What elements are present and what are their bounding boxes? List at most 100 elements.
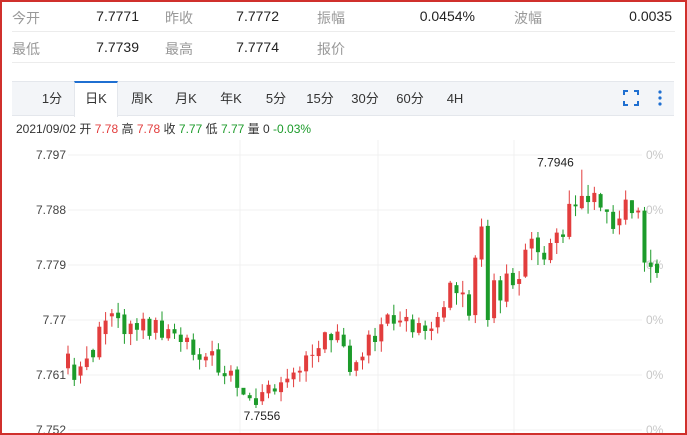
candle-body [235, 369, 240, 388]
candle-body [310, 354, 315, 356]
candle-body [460, 292, 465, 295]
candle-body [166, 329, 171, 339]
tab-monthly-k[interactable]: 月K [166, 82, 206, 115]
y-tick-label: 7.752 [36, 423, 66, 433]
candle-body [410, 319, 415, 333]
swing-value: 0.0035 [629, 8, 672, 24]
candle-body [492, 280, 497, 319]
tab-weekly-k[interactable]: 周K [122, 82, 162, 115]
low-label: 最低 [12, 41, 40, 57]
chart-grid [68, 140, 642, 433]
candle-body [617, 218, 622, 226]
candle-body [655, 263, 659, 273]
more-vertical-icon[interactable] [657, 89, 663, 107]
fullscreen-icon[interactable] [623, 90, 639, 106]
candle-body [611, 211, 616, 229]
y-axis-percent-labels: 0% 0% 0% 0% 0% 0% [646, 148, 664, 433]
candle-body [159, 320, 164, 338]
info-high-label: 高 [121, 122, 134, 136]
amplitude-value: 0.0454% [419, 8, 475, 24]
max-price-annotation: 7.7946 [537, 156, 574, 170]
divider [12, 31, 675, 32]
quote-row-1: 今开 7.7771 昨收 7.7772 振幅 0.0454% 波幅 0.0035 [2, 2, 685, 32]
y-percent-label: 0% [646, 423, 664, 433]
candle-body [642, 210, 647, 263]
candle-body [322, 332, 327, 350]
tab-1min[interactable]: 1分 [32, 82, 72, 115]
y-axis-labels: 7.797 7.788 7.779 7.77 7.761 7.752 [36, 148, 66, 433]
candle-body [529, 238, 534, 249]
y-tick-label: 7.788 [36, 203, 66, 217]
y-percent-label: 0% [646, 368, 664, 382]
candle-body [485, 225, 490, 320]
candle-body [423, 325, 428, 331]
candle-body [109, 313, 114, 317]
candle-body [147, 318, 152, 336]
candle-body [586, 195, 591, 203]
tab-15min[interactable]: 15分 [300, 82, 340, 115]
candle-info-line: 2021/09/02 开 7.78 高 7.78 收 7.77 低 7.77 量… [16, 120, 311, 137]
candle-body [623, 199, 628, 220]
candle-body [454, 285, 459, 294]
divider [12, 62, 675, 63]
y-percent-label: 0% [646, 258, 664, 272]
candle-body [473, 257, 478, 316]
candle-body [579, 195, 584, 209]
candle-body [134, 323, 139, 330]
tab-30min[interactable]: 30分 [345, 82, 385, 115]
candle-body [366, 334, 371, 356]
candle-body [304, 355, 309, 372]
candle-body [335, 331, 340, 341]
candle-body [316, 348, 321, 357]
info-open: 7.78 [94, 122, 119, 136]
tab-5min[interactable]: 5分 [256, 82, 296, 115]
y-tick-label: 7.77 [43, 313, 67, 327]
candle-body [354, 362, 359, 371]
candle-body [216, 349, 221, 373]
candle-body [398, 320, 403, 323]
candle-body [285, 378, 290, 383]
candle-body [66, 353, 70, 369]
high-label: 最高 [165, 41, 193, 57]
tab-4h[interactable]: 4H [435, 82, 475, 115]
candle-body [504, 273, 509, 302]
y-tick-label: 7.779 [36, 258, 66, 272]
candle-body [222, 373, 227, 377]
candle-body [97, 326, 102, 358]
swing-label: 波幅 [514, 10, 542, 26]
candle-body [648, 262, 653, 267]
quote-price-label: 报价 [317, 41, 345, 57]
candle-body [247, 395, 252, 399]
quote-panel: 今开 7.7771 昨收 7.7772 振幅 0.0454% 波幅 0.0035… [0, 0, 687, 435]
tab-daily-k[interactable]: 日K [74, 81, 118, 117]
candle-body [253, 398, 258, 405]
tab-yearly-k[interactable]: 年K [211, 82, 251, 115]
candle-body [329, 334, 334, 341]
candle-body [116, 312, 121, 319]
candle-body [128, 323, 133, 335]
candle-body [373, 335, 378, 342]
candle-body [210, 351, 215, 356]
candle-body [379, 324, 384, 342]
candle-body [153, 320, 158, 333]
candle-body [122, 314, 127, 335]
candle-body [441, 307, 446, 318]
candle-body [360, 356, 365, 361]
tab-60min[interactable]: 60分 [390, 82, 430, 115]
open-value: 7.7771 [96, 8, 139, 24]
period-tab-bar: 1分 日K 周K 月K 年K 5分 15分 30分 60分 4H [12, 81, 674, 117]
candle-body [241, 387, 246, 395]
low-value: 7.7739 [96, 39, 139, 55]
candle-body [291, 372, 296, 380]
candle-body [197, 354, 202, 360]
info-volume-label: 量 [247, 122, 260, 136]
candlestick-chart[interactable]: 7.7977.7887.7797.777.7617.752 0%0%0%0%0%… [2, 140, 685, 433]
candle-body [141, 318, 146, 331]
prev-close-label: 昨收 [165, 10, 193, 26]
candle-body [279, 382, 284, 393]
candle-body [523, 249, 528, 277]
candle-body [203, 356, 208, 361]
info-low: 7.77 [220, 122, 245, 136]
high-value: 7.7774 [236, 39, 279, 55]
candle-body [91, 349, 96, 358]
